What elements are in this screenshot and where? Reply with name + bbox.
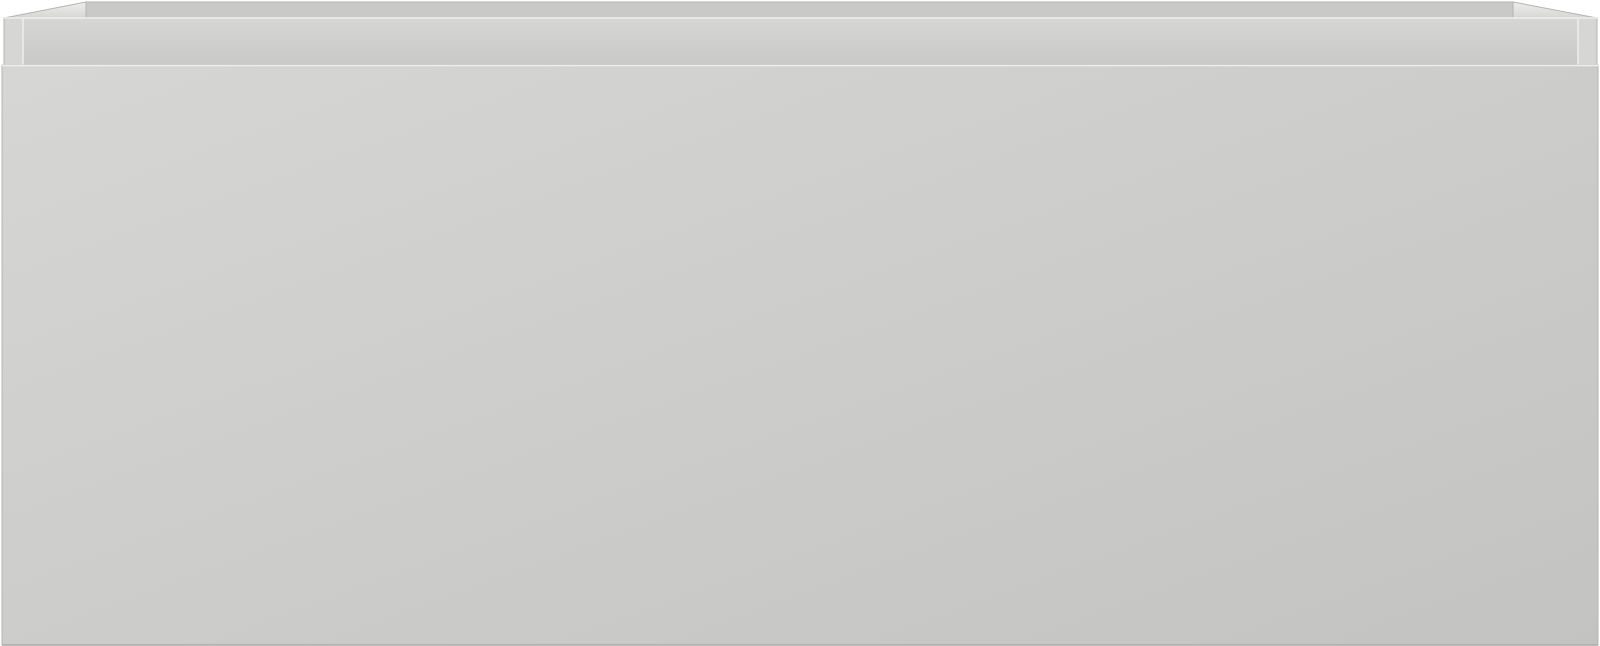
drawer-right-top-slope — [1512, 1, 1598, 19]
drawer-right-wall — [1577, 17, 1598, 66]
drawer-scene — [0, 0, 1600, 646]
drawer-left-wall — [3, 17, 24, 66]
drawer-left-top-slope — [3, 1, 87, 19]
drawer-side-rim — [3, 17, 1598, 66]
drawer-illustration — [1, 1, 1599, 646]
drawer-front-panel — [1, 64, 1599, 646]
drawer-back-top-edge — [85, 1, 1514, 19]
